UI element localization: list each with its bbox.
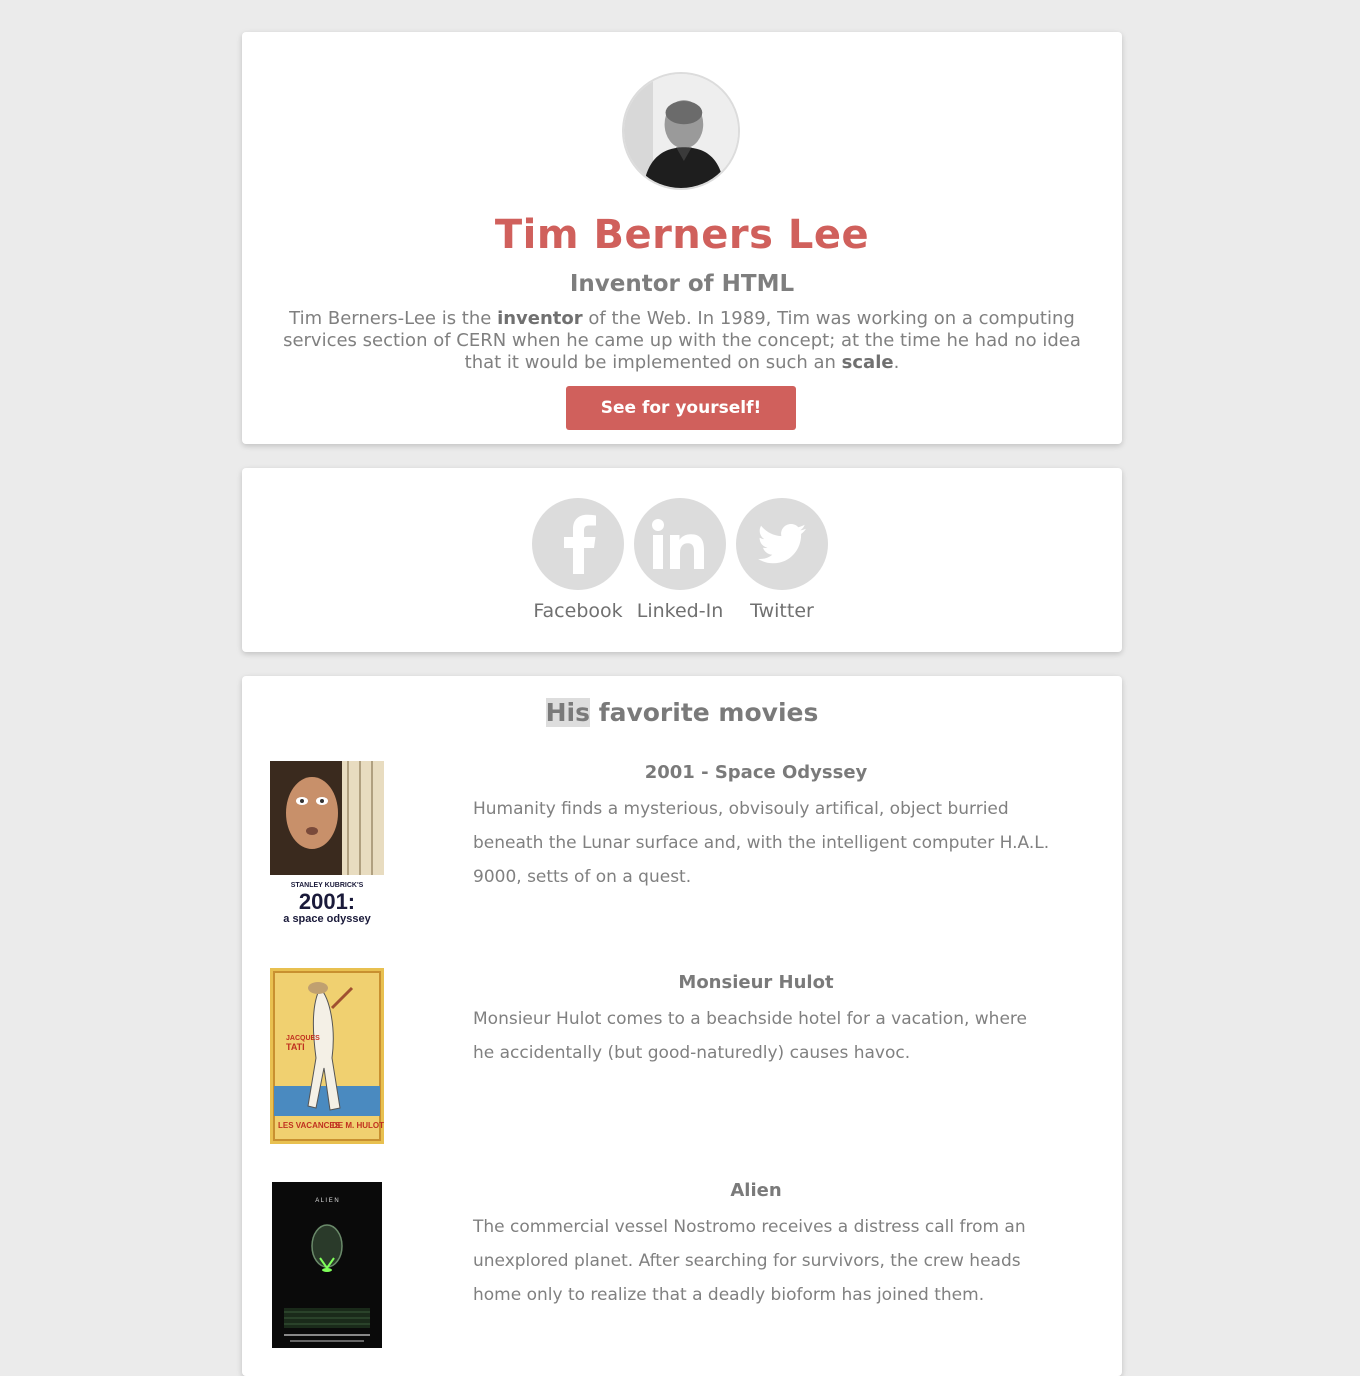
social-facebook[interactable]: Facebook (527, 498, 629, 622)
movie-title: Monsieur Hulot (678, 972, 834, 993)
movie-poster-2001: STANLEY KUBRICK'S 2001: a space odyssey (270, 761, 384, 929)
see-for-yourself-button[interactable]: See for yourself! (566, 386, 796, 430)
movie-description: The commercial vessel Nostromo receives … (473, 1217, 1026, 1305)
profile-avatar (622, 72, 740, 190)
social-linkedin[interactable]: Linked-In (629, 498, 731, 622)
movie-poster-alien: A L I E N (270, 1176, 384, 1352)
movies-card: His favorite movies STANLEY KUBRICK'S 20… (242, 676, 1122, 1376)
avatar-photo (624, 74, 738, 188)
profile-bio: Tim Berners-Lee is the inventor of the W… (266, 308, 1098, 374)
movie-title: Alien (730, 1180, 782, 1201)
social-twitter[interactable]: Twitter (731, 498, 833, 622)
movie-title: 2001 - Space Odyssey (644, 762, 868, 783)
movies-heading: His favorite movies (242, 698, 1122, 727)
bio-text-1: Tim Berners-Lee is the (289, 308, 498, 329)
poster-text: DE M. HULOT (332, 1121, 384, 1130)
poster-text: A L I E N (315, 1198, 338, 1204)
bio-bold-2: scale (841, 352, 894, 373)
poster-text: a space odyssey (283, 913, 371, 925)
poster-text: TATI (286, 1042, 305, 1052)
social-label: Twitter (750, 600, 814, 622)
movie-description: Humanity finds a mysterious, obvisouly a… (473, 799, 1050, 887)
movies-heading-rest: favorite movies (590, 698, 819, 727)
social-label: Facebook (533, 600, 623, 622)
movies-heading-highlight: His (545, 698, 590, 727)
twitter-icon[interactable] (736, 498, 828, 590)
profile-name: Tim Berners Lee (494, 212, 870, 258)
movie-poster-hulot: JACQUES TATI LES VACANCES DE M. HULOT (270, 968, 384, 1144)
social-label: Linked-In (636, 600, 724, 622)
bio-text-3: . (893, 352, 900, 373)
poster-text: STANLEY KUBRICK'S (291, 882, 364, 889)
profile-role: Inventor of HTML (569, 271, 795, 297)
social-card: Facebook Linked-In Twitter (242, 468, 1122, 652)
facebook-icon[interactable] (532, 498, 624, 590)
poster-text: 2001: (299, 889, 355, 914)
movie-description: Monsieur Hulot comes to a beachside hote… (473, 1009, 1027, 1063)
profile-card: Tim Berners Lee Inventor of HTML Tim Ber… (242, 32, 1122, 444)
linkedin-icon[interactable] (634, 498, 726, 590)
poster-text: JACQUES (286, 1035, 320, 1042)
bio-bold-1: inventor (497, 308, 583, 329)
